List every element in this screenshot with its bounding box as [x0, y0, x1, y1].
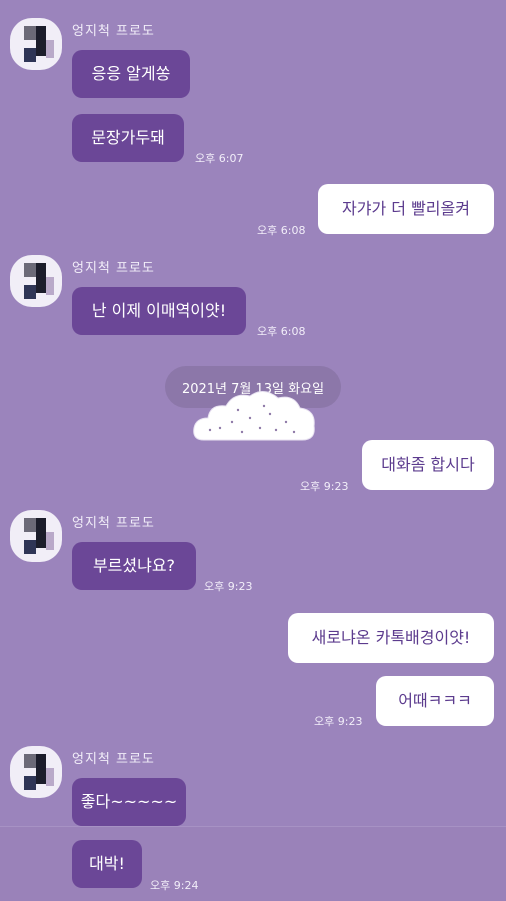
avatar-pixel — [46, 768, 54, 786]
avatar-pixel — [36, 754, 46, 784]
avatar-pixel — [24, 26, 36, 40]
message-bubble[interactable]: 난 이제 이매역이얏! — [72, 287, 246, 335]
avatar-pixel — [24, 776, 36, 790]
cloud-sticker — [193, 391, 315, 441]
message-bubble[interactable]: 부르셨냐요? — [72, 542, 196, 590]
avatar-pixel — [24, 48, 36, 62]
avatar-pixel — [24, 754, 36, 768]
message-bubble[interactable]: 문장가두돼 — [72, 114, 184, 162]
sender-name: 엉지척 프로도 — [72, 261, 155, 276]
message-bubble[interactable]: 좋다~~~~~ — [72, 778, 186, 826]
avatar-pixel — [24, 285, 36, 299]
avatar-pixel — [46, 277, 54, 295]
avatar-pixel — [46, 40, 54, 58]
message-bubble[interactable]: 새로냐온 카톡배경이얏! — [288, 613, 494, 663]
message-time: 오후 9:23 — [204, 580, 253, 593]
avatar[interactable] — [10, 746, 62, 798]
avatar-pixel — [24, 540, 36, 554]
avatar-pixel — [36, 26, 46, 56]
sender-name: 엉지척 프로도 — [72, 24, 155, 39]
message-bubble[interactable]: 응응 알게쏭 — [72, 50, 190, 98]
chat-area[interactable]: 엉지척 프로도 응응 알게쏭 문장가두돼 오후 6:07 자갸가 더 빨리올켜 … — [0, 0, 506, 901]
message-time: 오후 6:07 — [195, 152, 244, 165]
message-bubble[interactable]: 대화좀 합시다 — [362, 440, 494, 490]
avatar-pixel — [24, 263, 36, 277]
message-time: 오후 6:08 — [257, 325, 306, 338]
avatar[interactable] — [10, 510, 62, 562]
message-time: 오후 9:23 — [300, 480, 349, 493]
avatar-pixel — [36, 263, 46, 293]
avatar[interactable] — [10, 255, 62, 307]
message-time: 오후 6:08 — [257, 224, 306, 237]
message-bubble[interactable]: 대박! — [72, 840, 142, 888]
avatar-pixel — [36, 518, 46, 548]
message-bubble[interactable]: 어때ㅋㅋㅋ — [376, 676, 494, 726]
message-time: 오후 9:23 — [314, 715, 363, 728]
avatar-pixel — [46, 532, 54, 550]
sender-name: 엉지척 프로도 — [72, 516, 155, 531]
avatar-pixel — [24, 518, 36, 532]
avatar[interactable] — [10, 18, 62, 70]
sender-name: 엉지척 프로도 — [72, 752, 155, 767]
message-bubble[interactable]: 자갸가 더 빨리올켜 — [318, 184, 494, 234]
message-time: 오후 9:24 — [150, 879, 199, 892]
